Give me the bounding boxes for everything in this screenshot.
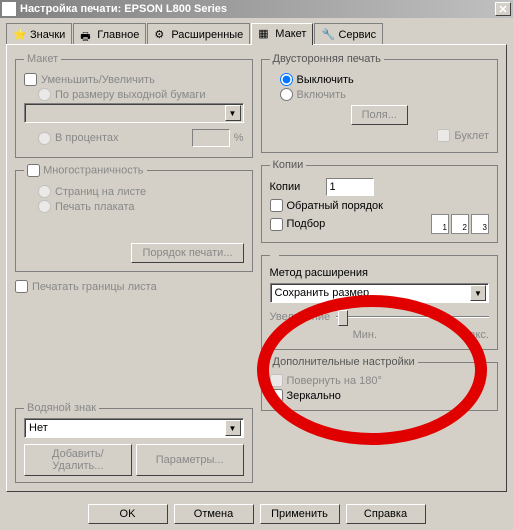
booklet-checkbox[interactable] <box>437 129 450 142</box>
tab-label: Сервис <box>338 29 376 41</box>
reverse-order-checkbox[interactable] <box>270 199 283 212</box>
add-remove-button[interactable]: Добавить/Удалить... <box>24 444 132 476</box>
tab-label: Значки <box>30 29 65 41</box>
page-icon: 1 <box>431 214 449 234</box>
tab-label: Макет <box>275 28 306 40</box>
slider-min-label: Мин. <box>353 329 377 341</box>
poster-radio[interactable] <box>38 200 51 213</box>
print-order-button[interactable]: Порядок печати... <box>131 243 243 263</box>
print-borders-label: Печатать границы листа <box>32 281 157 293</box>
duplex-on-radio[interactable] <box>280 88 293 101</box>
watermark-fieldset: Водяной знак Нет▼ Добавить/Удалить... Па… <box>15 402 253 483</box>
multipage-legend: Многостраничность <box>24 164 147 177</box>
percent-label: В процентах <box>55 132 119 144</box>
fit-output-label: По размеру выходной бумаги <box>55 89 206 101</box>
layout-icon: ▦ <box>258 27 272 41</box>
method-value: Сохранить размер <box>273 287 471 299</box>
help-button[interactable]: Справка <box>346 504 426 524</box>
duplex-off-label: Выключить <box>297 74 354 86</box>
poster-label: Печать плаката <box>55 201 135 213</box>
duplex-legend: Двусторонняя печать <box>270 53 384 65</box>
tab-layout[interactable]: ▦Макет <box>251 23 313 45</box>
tab-icons[interactable]: ⭐Значки <box>6 23 72 45</box>
gear-icon: ⚙ <box>154 28 168 42</box>
slider-max-label: Макс. <box>460 329 489 341</box>
enlarge-slider[interactable] <box>336 307 489 327</box>
multipage-checkbox[interactable] <box>27 164 40 177</box>
output-size-combo[interactable]: ▼ <box>24 103 244 123</box>
chevron-down-icon: ▼ <box>225 105 241 121</box>
ok-button[interactable]: OK <box>88 504 168 524</box>
star-icon: ⭐ <box>13 28 27 42</box>
tab-advanced[interactable]: ⚙Расширенные <box>147 23 250 45</box>
extra-legend: Дополнительные настройки <box>270 356 418 368</box>
layout-legend: Макет <box>24 53 61 65</box>
rotate180-label: Повернуть на 180° <box>287 375 382 387</box>
extra-fieldset: Дополнительные настройки Повернуть на 18… <box>261 356 499 411</box>
percent-unit: % <box>234 132 244 144</box>
method-combo[interactable]: Сохранить размер▼ <box>270 283 490 303</box>
collate-icons: 1 2 3 <box>431 214 489 234</box>
percent-input[interactable] <box>192 129 230 147</box>
mirror-checkbox[interactable] <box>270 389 283 402</box>
page-icon: 3 <box>471 214 489 234</box>
right-column: Двусторонняя печать Выключить Включить П… <box>261 53 499 483</box>
main-panel: Макет Уменьшить/Увеличить По размеру вых… <box>6 44 507 492</box>
rotate180-checkbox[interactable] <box>270 374 283 387</box>
duplex-on-label: Включить <box>297 89 346 101</box>
pages-per-sheet-radio[interactable] <box>38 185 51 198</box>
watermark-value: Нет <box>27 422 225 434</box>
copies-input[interactable]: 1 <box>326 178 374 196</box>
tab-service[interactable]: 🔧Сервис <box>314 23 383 45</box>
duplex-off-radio[interactable] <box>280 73 293 86</box>
copies-legend: Копии <box>270 159 307 171</box>
expansion-fieldset: Метод расширения Сохранить размер▼ Увели… <box>261 249 499 350</box>
close-button[interactable]: ✕ <box>495 2 511 16</box>
tab-label: Расширенные <box>171 29 243 41</box>
app-icon: 🖶 <box>2 2 16 16</box>
chevron-down-icon: ▼ <box>225 420 241 436</box>
copies-fieldset: Копии Копии 1 Обратный порядок Подбор 1 2… <box>261 159 499 243</box>
layout-fieldset: Макет Уменьшить/Увеличить По размеру вых… <box>15 53 253 158</box>
params-button[interactable]: Параметры... <box>136 444 244 476</box>
left-column: Макет Уменьшить/Увеличить По размеру вых… <box>15 53 253 483</box>
reduce-enlarge-checkbox[interactable] <box>24 73 37 86</box>
mirror-label: Зеркально <box>287 390 341 402</box>
enlarge-label: Увеличение <box>270 311 331 323</box>
page-icon: 2 <box>451 214 469 234</box>
reverse-order-label: Обратный порядок <box>287 200 383 212</box>
tab-main[interactable]: 🖶Главное <box>73 23 146 45</box>
chevron-down-icon: ▼ <box>470 285 486 301</box>
method-label: Метод расширения <box>270 267 490 279</box>
cancel-button[interactable]: Отмена <box>174 504 254 524</box>
apply-button[interactable]: Применить <box>260 504 340 524</box>
empty-legend <box>270 249 279 261</box>
pages-per-sheet-label: Страниц на листе <box>55 186 146 198</box>
collate-checkbox[interactable] <box>270 218 283 231</box>
tab-bar: ⭐Значки 🖶Главное ⚙Расширенные ▦Макет 🔧Се… <box>6 22 507 44</box>
percent-radio[interactable] <box>38 132 51 145</box>
multipage-fieldset: Многостраничность Страниц на листе Печат… <box>15 164 253 272</box>
copies-label: Копии <box>270 181 320 193</box>
booklet-label: Буклет <box>454 130 489 142</box>
margins-button[interactable]: Поля... <box>351 105 408 125</box>
duplex-fieldset: Двусторонняя печать Выключить Включить П… <box>261 53 499 153</box>
watermark-combo[interactable]: Нет▼ <box>24 418 244 438</box>
print-borders-checkbox[interactable] <box>15 280 28 293</box>
window-title: Настройка печати: EPSON L800 Series <box>20 3 495 15</box>
tab-label: Главное <box>97 29 139 41</box>
titlebar: 🖶 Настройка печати: EPSON L800 Series ✕ <box>0 0 513 18</box>
fit-output-radio[interactable] <box>38 88 51 101</box>
watermark-legend: Водяной знак <box>24 402 99 414</box>
dialog-buttons: OK Отмена Применить Справка <box>0 498 513 530</box>
printer-icon: 🖶 <box>80 28 94 42</box>
collate-label: Подбор <box>287 218 326 230</box>
reduce-enlarge-label: Уменьшить/Увеличить <box>41 74 155 86</box>
wrench-icon: 🔧 <box>321 28 335 42</box>
